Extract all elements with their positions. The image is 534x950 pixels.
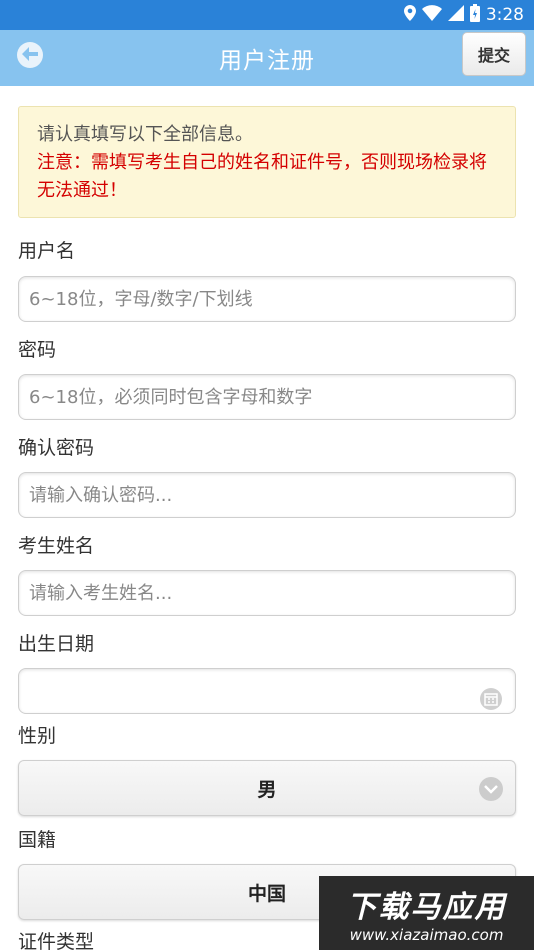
calendar-icon[interactable] — [480, 688, 502, 710]
notice-text: 请认真填写以下全部信息。 — [37, 124, 253, 145]
birth-date-label: 出生日期 — [18, 633, 95, 655]
warning-text: 注意：需填写考生自己的姓名和证件号，否则现场检录将无法通过！ — [37, 152, 487, 201]
confirm-password-label: 确认密码 — [18, 437, 95, 459]
nationality-value: 中国 — [247, 882, 286, 905]
status-time: 3:28 — [485, 5, 524, 25]
status-bar: 3:28 — [0, 0, 534, 30]
wifi-icon — [421, 4, 442, 26]
watermark-brand: 下载马应用 — [346, 890, 507, 925]
battery-icon — [469, 3, 480, 27]
signal-icon — [447, 4, 464, 26]
username-label: 用户名 — [18, 240, 76, 262]
gender-value: 男 — [257, 778, 277, 801]
name-input[interactable] — [18, 570, 516, 616]
gender-select[interactable]: 男 — [18, 760, 516, 816]
watermark-logo: 下载马应用 www.xiazaimao.com — [319, 876, 534, 950]
password-input[interactable] — [18, 374, 516, 420]
page-title: 用户注册 — [219, 48, 315, 74]
birth-date-input[interactable] — [18, 668, 516, 714]
registration-form: 请认真填写以下全部信息。 注意：需填写考生自己的姓名和证件号，否则现场检录将无法… — [18, 106, 516, 950]
notice-box: 请认真填写以下全部信息。 注意：需填写考生自己的姓名和证件号，否则现场检录将无法… — [18, 106, 516, 218]
back-button[interactable] — [17, 42, 43, 68]
password-label: 密码 — [18, 339, 57, 361]
gender-label: 性别 — [18, 725, 57, 747]
submit-button[interactable]: 提交 — [462, 32, 526, 76]
name-label: 考生姓名 — [18, 535, 95, 557]
username-input[interactable] — [18, 276, 516, 322]
watermark-url: www.xiazaimao.com — [349, 926, 504, 944]
app-bar: 用户注册 提交 — [0, 30, 534, 86]
location-icon — [403, 4, 416, 26]
birth-date-field — [18, 668, 516, 714]
chevron-down-icon — [479, 777, 503, 801]
nationality-label: 国籍 — [18, 829, 57, 851]
confirm-password-input[interactable] — [18, 472, 516, 518]
arrow-left-icon — [22, 46, 38, 65]
